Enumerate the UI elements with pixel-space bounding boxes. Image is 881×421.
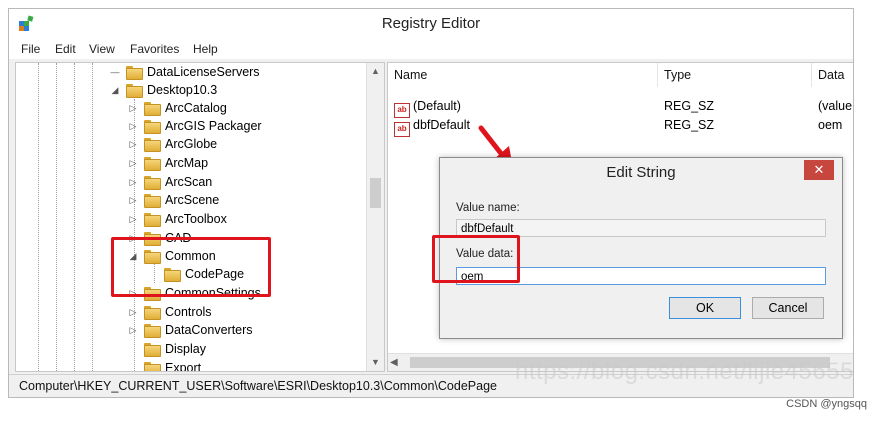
tree-item-label: DataConverters — [165, 323, 253, 337]
folder-icon — [144, 342, 161, 357]
folder-icon — [144, 361, 161, 371]
folder-icon — [144, 175, 161, 190]
tree-item-label: ArcScene — [165, 193, 220, 207]
column-header-type[interactable]: Type — [658, 63, 812, 87]
expand-arrow-icon[interactable]: ▷ — [128, 139, 138, 150]
folder-icon — [144, 137, 161, 152]
expand-arrow-icon[interactable]: ▷ — [128, 195, 138, 206]
tree-item-label: Controls — [165, 305, 212, 319]
folder-icon — [144, 305, 161, 320]
value-row-dbfdefault[interactable]: ab dbfDefault — [394, 116, 470, 137]
folder-icon — [144, 101, 161, 116]
tree-item-label: ArcGIS Packager — [165, 119, 262, 133]
menu-help[interactable]: Help — [193, 42, 218, 56]
cancel-button[interactable]: Cancel — [752, 297, 824, 319]
folder-icon — [144, 193, 161, 208]
title-bar[interactable]: Registry Editor — [9, 9, 853, 39]
annotation-highlight-common — [111, 237, 271, 297]
tree-item-label: DataLicenseServers — [147, 65, 260, 79]
menu-edit[interactable]: Edit — [55, 42, 76, 56]
folder-icon — [126, 83, 143, 98]
close-icon[interactable]: ✕ — [804, 160, 834, 180]
tree-item-export[interactable]: Export — [128, 359, 202, 372]
expand-arrow-icon[interactable]: ▷ — [128, 307, 138, 318]
tree-connector-icon: — — [110, 67, 120, 77]
dialog-title: Edit String — [606, 164, 676, 181]
tree-item-label: ArcScan — [165, 175, 213, 189]
tree-item-arccatalog[interactable]: ▷ ArcCatalog — [128, 99, 227, 117]
tree-item-label: Display — [165, 342, 206, 356]
collapse-arrow-icon[interactable]: ◢ — [110, 85, 120, 96]
value-row-default[interactable]: ab (Default) — [394, 97, 461, 118]
tree-item-label: Desktop10.3 — [147, 83, 218, 97]
tree-item-arctoolbox[interactable]: ▷ ArcToolbox — [128, 210, 227, 228]
value-type: REG_SZ — [664, 99, 715, 113]
tree-guide-line — [92, 63, 93, 371]
string-value-icon: ab — [394, 122, 410, 137]
folder-icon — [144, 156, 161, 171]
tree-item-arcgis-packager[interactable]: ▷ ArcGIS Packager — [128, 117, 262, 135]
value-name: dbfDefault — [413, 118, 470, 132]
column-header-data[interactable]: Data — [812, 63, 853, 87]
scroll-up-icon[interactable]: ▲ — [367, 63, 384, 80]
tree-item-arcscan[interactable]: ▷ ArcScan — [128, 173, 212, 191]
tree-guide-line — [56, 63, 57, 371]
tree-item-arcglobe[interactable]: ▷ ArcGlobe — [128, 135, 217, 153]
expand-arrow-icon[interactable]: ▷ — [128, 121, 138, 132]
folder-icon — [144, 323, 161, 338]
scroll-left-icon[interactable]: ◀ — [390, 354, 398, 371]
folder-icon — [126, 65, 143, 80]
value-data: (value n — [818, 99, 853, 113]
tree-guide-line — [38, 63, 39, 371]
tree-vertical-scrollbar[interactable]: ▲ ▼ — [366, 63, 384, 371]
value-type: REG_SZ — [664, 118, 715, 132]
menu-file[interactable]: File — [21, 42, 40, 56]
folder-icon — [144, 119, 161, 134]
expand-arrow-icon[interactable]: ▷ — [128, 103, 138, 114]
folder-icon — [144, 212, 161, 227]
expand-arrow-icon[interactable]: ▷ — [128, 158, 138, 169]
expand-arrow-icon[interactable]: ▷ — [128, 177, 138, 188]
tree-item-dataconverters[interactable]: ▷ DataConverters — [128, 321, 253, 339]
tree-item-desktop10-3[interactable]: ◢ Desktop10.3 — [110, 81, 217, 99]
value-name-label: Value name: — [456, 202, 520, 214]
tree-guide-line — [74, 63, 75, 371]
menu-view[interactable]: View — [89, 42, 115, 56]
scroll-down-icon[interactable]: ▼ — [367, 354, 384, 371]
watermark-text: https://blog.csdn.net/lijie45655 — [515, 358, 854, 385]
tree-item-display[interactable]: Display — [128, 340, 206, 358]
registry-editor-window: Registry Editor File Edit View Favorites… — [8, 8, 854, 398]
annotation-highlight-value-data — [432, 235, 520, 283]
column-header-name[interactable]: Name — [388, 63, 658, 87]
tree-item-arcscene[interactable]: ▷ ArcScene — [128, 191, 219, 209]
credit-text: CSDN @yngsqq — [786, 398, 867, 410]
value-data: oem — [818, 118, 843, 132]
tree-item-label: ArcCatalog — [165, 101, 227, 115]
value-name: (Default) — [413, 99, 461, 113]
window-title: Registry Editor — [381, 15, 481, 32]
expand-arrow-icon[interactable]: ▷ — [128, 214, 138, 225]
tree-item-datalicenseservers[interactable]: — DataLicenseServers — [110, 63, 260, 81]
scrollbar-thumb[interactable] — [370, 178, 381, 208]
menu-bar: File Edit View Favorites Help — [9, 39, 853, 59]
ok-button[interactable]: OK — [669, 297, 741, 319]
tree-item-controls[interactable]: ▷ Controls — [128, 303, 212, 321]
registry-tree-pane[interactable]: — DataLicenseServers ◢ Desktop10.3 ▷ Arc… — [15, 62, 385, 372]
tree-item-label: ArcMap — [165, 156, 209, 170]
expand-arrow-icon[interactable]: ▷ — [128, 325, 138, 336]
tree-item-arcmap[interactable]: ▷ ArcMap — [128, 154, 208, 172]
tree-item-label: ArcToolbox — [165, 212, 227, 226]
tree-item-label: Export — [165, 361, 202, 372]
menu-favorites[interactable]: Favorites — [130, 42, 179, 56]
tree-item-label: ArcGlobe — [165, 137, 218, 151]
